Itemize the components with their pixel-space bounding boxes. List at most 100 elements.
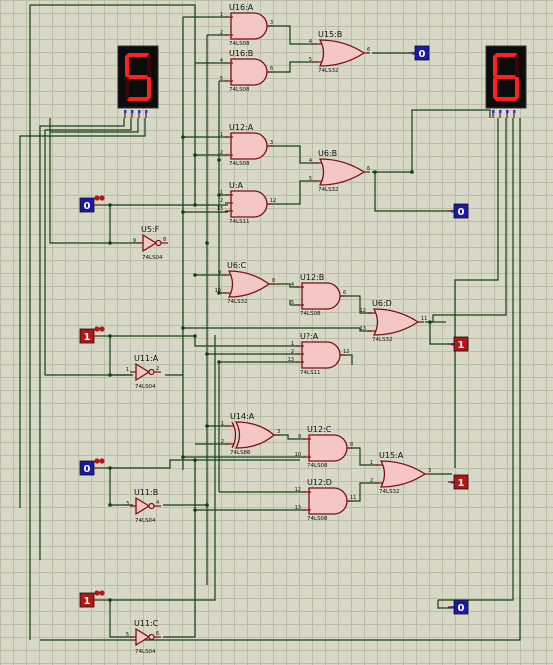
gate-u12-a[interactable]: U12:A 74LS08 1 2 3 xyxy=(220,123,273,167)
gate-u-a[interactable]: U?:A74LS11121312 xyxy=(288,332,350,376)
pin-number-u16-b-0: 4 xyxy=(220,58,223,64)
input-probe-toggle-1b[interactable] xyxy=(99,195,105,201)
seven-segment-display-2[interactable]: 6 xyxy=(485,45,527,118)
input-logic-state-4[interactable]: 1 xyxy=(79,590,105,608)
input-probe-toggle-3a[interactable] xyxy=(94,458,100,464)
junction-1 xyxy=(108,241,112,245)
input-probe-toggle-2b[interactable] xyxy=(99,326,105,332)
gate-u15-a[interactable]: U15:A 74LS32 1 2 3 xyxy=(370,451,431,495)
gate-type-u6-b: 74LS32 xyxy=(318,187,339,193)
gate-u14-a[interactable]: U14:A 74LS86 1 2 3 xyxy=(221,412,280,456)
junction-15 xyxy=(205,352,209,356)
inverter-u5-f[interactable]: U5:F 74LS04 9 8 xyxy=(133,225,168,261)
inverter-body-u11-c[interactable] xyxy=(135,627,151,647)
gate-label-u-a: U:A xyxy=(229,181,244,190)
gate-body-u16-b[interactable] xyxy=(230,58,268,86)
gate-body-u12-c[interactable] xyxy=(308,434,348,462)
junction-3 xyxy=(181,135,185,139)
gate-body-u6-b[interactable] xyxy=(318,158,366,186)
inverter-bubble-u11-b xyxy=(148,502,155,510)
input-probe-toggle-4a[interactable] xyxy=(94,590,100,596)
wire-52 xyxy=(110,459,300,469)
display-pin-1-2 xyxy=(138,110,141,113)
inverter-body-u11-b[interactable] xyxy=(135,496,151,516)
junction-21 xyxy=(373,170,377,174)
input-probe-toggle-1a[interactable] xyxy=(94,195,100,201)
gate-body-u12-a[interactable] xyxy=(230,132,268,160)
gate-u6-d[interactable]: U6:D 74LS32 12 13 11 xyxy=(360,299,428,343)
input-logic-state-1[interactable]: 0 xyxy=(79,195,105,213)
pin-number-out-u12-c: 8 xyxy=(350,442,353,448)
pin-number-u12-d-0: 12 xyxy=(295,487,301,493)
pin-number-u6-d-0: 12 xyxy=(360,308,366,314)
gate-type-u15-b: 74LS32 xyxy=(318,68,339,74)
input-logic-state-2[interactable]: 1 xyxy=(79,326,105,344)
inverter-bubble-u5-f xyxy=(155,239,162,247)
wire-45 xyxy=(110,335,299,347)
gate-body-u16-a[interactable] xyxy=(230,12,268,40)
pin-number-u12-a-1: 2 xyxy=(220,150,223,156)
gate-label-u16-b: U16:B xyxy=(229,49,253,58)
input-logic-state-3[interactable]: 0 xyxy=(79,458,105,476)
wire-39 xyxy=(340,295,371,314)
inverter-body-u11-a[interactable] xyxy=(135,362,151,382)
pin-number-in-u11-b: 3 xyxy=(126,501,129,507)
gate-u12-c[interactable]: U12:C 74LS08 9 10 8 xyxy=(295,425,354,469)
inverter-bubble-u11-c xyxy=(148,633,155,641)
pin-number-in-u5-f: 9 xyxy=(133,238,136,244)
gate-u12-b[interactable]: U12:B 74LS08 4 5 6 xyxy=(291,273,346,317)
pin-number-u15-b-1: 5 xyxy=(309,57,312,63)
pin-number-out-u5-f: 8 xyxy=(163,237,166,243)
display-pin-2-1 xyxy=(499,110,502,113)
output-probe-pin-1 xyxy=(412,52,415,55)
inverter-u11-a[interactable]: U11:A 74LS04 1 2 xyxy=(126,354,161,390)
junction-20 xyxy=(428,320,432,324)
gate-u16-b[interactable]: U16:B 74LS08 4 5 6 xyxy=(220,49,273,93)
gate-body-u14-a[interactable] xyxy=(234,421,275,449)
display-pin-1-3 xyxy=(145,110,148,113)
gate-type-u12-b: 74LS08 xyxy=(300,311,321,317)
inverter-body-u5-f[interactable] xyxy=(142,233,158,253)
gate-u12-d[interactable]: U12:D 74LS08 12 13 11 xyxy=(295,478,357,522)
input-probe-toggle-4b[interactable] xyxy=(99,590,105,596)
gate-type-u6-c: 74LS32 xyxy=(227,299,248,305)
display-pin-1-1 xyxy=(131,110,134,113)
gate-body-u6-c[interactable] xyxy=(227,270,271,298)
wire-14 xyxy=(268,61,317,73)
junction-5 xyxy=(193,153,197,157)
gate-u-a[interactable]: U:A74LS11121312 xyxy=(217,181,277,225)
gate-body-u12-d[interactable] xyxy=(308,487,348,515)
wire-49 xyxy=(340,354,353,365)
inverter-u11-b[interactable]: U11:B 74LS04 3 4 xyxy=(126,488,161,524)
pin-number-out-u14-a: 3 xyxy=(277,429,280,435)
pin-number-u12-c-1: 10 xyxy=(295,452,301,458)
pin-number-u12-b-0: 4 xyxy=(291,282,294,288)
gate-body-u12-b[interactable] xyxy=(301,282,341,310)
pin-number-u6-d-1: 13 xyxy=(360,326,366,332)
gate-body-u6-d[interactable] xyxy=(372,308,420,336)
pin-number-in-u11-a: 1 xyxy=(126,367,129,373)
input-probe-toggle-2a[interactable] xyxy=(94,326,100,332)
gate-u16-a[interactable]: U16:A 74LS08 1 2 3 xyxy=(220,3,273,47)
gate-u6-c[interactable]: U6:C 74LS32 9 10 8 xyxy=(215,261,276,305)
gate-body-u-a[interactable] xyxy=(301,341,341,369)
gate-u15-b[interactable]: U15:B 74LS32 4 5 6 xyxy=(309,30,370,74)
junction-18 xyxy=(193,458,197,462)
seven-segment-display-1[interactable]: 5 xyxy=(117,45,159,118)
inverter-label-u11-c: U11:C xyxy=(134,619,159,628)
schematic-canvas[interactable]: U16:A74LS08123U16:B74LS08456U15:B74LS324… xyxy=(0,0,553,665)
input-probe-toggle-3b[interactable] xyxy=(99,458,105,464)
wire-32 xyxy=(40,118,521,641)
output-logic-probe-1: 0 xyxy=(409,45,430,61)
gate-u6-b[interactable]: U6:B 74LS32 4 5 6 xyxy=(309,149,370,193)
output-logic-probe-5: 0 xyxy=(448,599,469,615)
gate-label-u6-b: U6:B xyxy=(318,149,337,158)
pin-number-out-u11-b: 4 xyxy=(156,500,159,506)
wire-28 xyxy=(19,118,146,508)
junction-19 xyxy=(205,424,209,428)
gate-body-u15-b[interactable] xyxy=(318,39,366,67)
gate-body-u-a[interactable] xyxy=(230,190,268,218)
gate-body-u15-a[interactable] xyxy=(379,460,427,488)
pin-number-u16-a-0: 1 xyxy=(220,12,223,18)
inverter-u11-c[interactable]: U11:C 74LS04 5 6 xyxy=(126,619,161,655)
